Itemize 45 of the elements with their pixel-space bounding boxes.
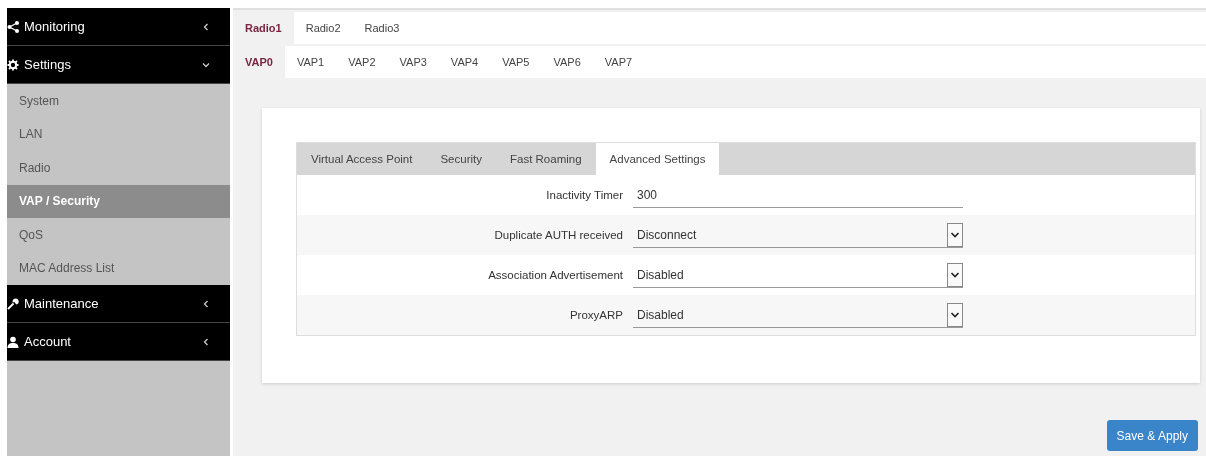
radio-tab[interactable]: Radio3 xyxy=(352,12,412,44)
dropdown[interactable]: Disabled xyxy=(633,262,963,288)
section-tab[interactable]: Virtual Access Point xyxy=(297,143,427,175)
sidebar-item[interactable]: QoS xyxy=(7,218,230,252)
settings-icon xyxy=(7,58,19,71)
radio-tab[interactable]: Radio2 xyxy=(293,12,353,44)
vap-tab[interactable]: VAP4 xyxy=(438,46,491,78)
vap-tab[interactable]: VAP1 xyxy=(284,46,337,78)
vap-tab[interactable]: VAP7 xyxy=(592,46,645,78)
input-field[interactable]: 300 xyxy=(633,182,963,208)
dropdown[interactable]: Disconnect xyxy=(633,222,963,248)
user-icon xyxy=(7,335,19,348)
section-tab[interactable]: Fast Roaming xyxy=(496,143,596,175)
field-label: Association Advertisement xyxy=(487,269,624,281)
menu-header-label: Maintenance xyxy=(24,296,100,311)
wrench-icon xyxy=(7,297,19,310)
vap-tab[interactable]: VAP5 xyxy=(490,46,542,78)
sidebar-item[interactable]: LAN xyxy=(7,117,230,151)
dropdown[interactable]: Disabled xyxy=(633,302,963,328)
menu-header[interactable]: Account xyxy=(7,323,230,361)
sidebar-item[interactable]: MAC Address List xyxy=(7,251,230,285)
sidebar-item[interactable]: System xyxy=(7,84,230,118)
share-icon xyxy=(7,20,19,33)
chevron-down-icon xyxy=(202,60,210,69)
field-label: Duplicate AUTH received xyxy=(493,229,624,241)
chevron-left-icon xyxy=(202,22,210,31)
vap-tab[interactable]: VAP2 xyxy=(336,46,388,78)
section-tab[interactable]: Advanced Settings xyxy=(595,143,720,175)
menu-header-label: Monitoring xyxy=(24,19,86,34)
menu-header[interactable]: Maintenance xyxy=(7,285,230,323)
field-label: Inactivity Timer xyxy=(545,189,624,201)
menu-header[interactable]: Settings xyxy=(7,46,230,84)
save-button[interactable]: Save & Apply xyxy=(1106,420,1198,451)
chevron-left-icon xyxy=(202,299,210,308)
chevron-left-icon xyxy=(202,337,210,346)
section-tab[interactable]: Security xyxy=(426,143,496,175)
radio-tab[interactable]: Radio1 xyxy=(233,12,294,44)
menu-header-label: Account xyxy=(24,334,72,349)
menu-header-label: Settings xyxy=(24,57,72,72)
field-label: ProxyARP xyxy=(568,309,624,321)
menu-header[interactable]: Monitoring xyxy=(7,8,230,46)
vap-tab[interactable]: VAP0 xyxy=(233,46,285,78)
sidebar-item[interactable]: Radio xyxy=(7,151,230,185)
vap-tab[interactable]: VAP6 xyxy=(541,46,593,78)
vap-tab[interactable]: VAP3 xyxy=(387,46,439,78)
